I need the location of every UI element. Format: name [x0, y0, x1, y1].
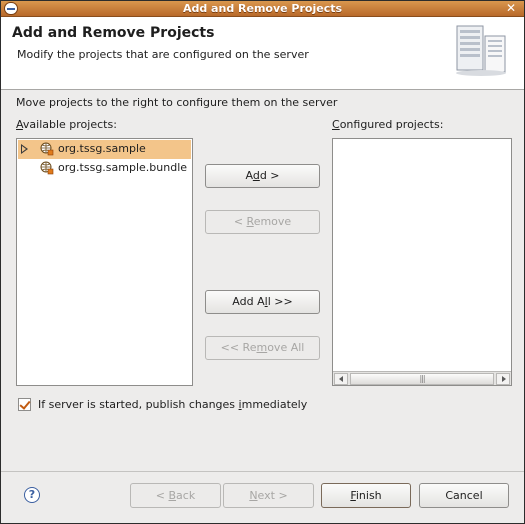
- header-banner: Add and Remove Projects Modify the proje…: [1, 17, 524, 90]
- remove-all-button[interactable]: << Remove All: [205, 336, 320, 360]
- window-title: Add and Remove Projects: [182, 2, 343, 15]
- list-item[interactable]: org.tssg.sample: [18, 140, 191, 159]
- scroll-left-icon[interactable]: [334, 373, 348, 385]
- web-project-icon: [40, 161, 54, 175]
- project-label: org.tssg.sample.bundle: [58, 161, 188, 174]
- list-item[interactable]: org.tssg.sample.bundle: [18, 159, 191, 178]
- back-button[interactable]: < Back: [130, 483, 221, 508]
- add-all-button[interactable]: Add All >>: [205, 290, 320, 314]
- web-project-icon: [40, 142, 54, 156]
- next-button[interactable]: Next >: [223, 483, 314, 508]
- footer-divider: [1, 471, 524, 472]
- project-label: org.tssg.sample: [58, 142, 146, 155]
- scroll-right-icon[interactable]: [496, 373, 510, 385]
- dialog-window: Add and Remove Projects ✕ Add and Remove…: [0, 0, 525, 524]
- page-title: Add and Remove Projects: [12, 25, 215, 41]
- scroll-thumb[interactable]: |||: [350, 373, 494, 385]
- configured-projects-list[interactable]: [332, 138, 512, 386]
- instructions-text: Move projects to the right to configure …: [16, 96, 338, 109]
- page-description: Modify the projects that are configured …: [17, 48, 309, 61]
- close-icon[interactable]: ✕: [504, 2, 518, 15]
- expand-arrow-icon[interactable]: [21, 144, 28, 154]
- server-icon: [456, 25, 506, 76]
- available-projects-list[interactable]: org.tssg.sample org.tssg.sample.bundle: [16, 138, 193, 386]
- add-button[interactable]: Add >: [205, 164, 320, 188]
- help-icon[interactable]: ?: [24, 487, 40, 503]
- configured-projects-label: Configured projects:: [332, 118, 444, 131]
- cancel-button[interactable]: Cancel: [419, 483, 509, 508]
- title-bar[interactable]: Add and Remove Projects ✕: [1, 1, 524, 17]
- horizontal-scrollbar[interactable]: |||: [333, 371, 511, 385]
- remove-button[interactable]: < Remove: [205, 210, 320, 234]
- publish-immediately-checkbox[interactable]: [18, 398, 31, 411]
- available-projects-label: Available projects:: [16, 118, 117, 131]
- publish-immediately-label[interactable]: If server is started, publish changes im…: [38, 398, 307, 411]
- finish-button[interactable]: Finish: [321, 483, 411, 508]
